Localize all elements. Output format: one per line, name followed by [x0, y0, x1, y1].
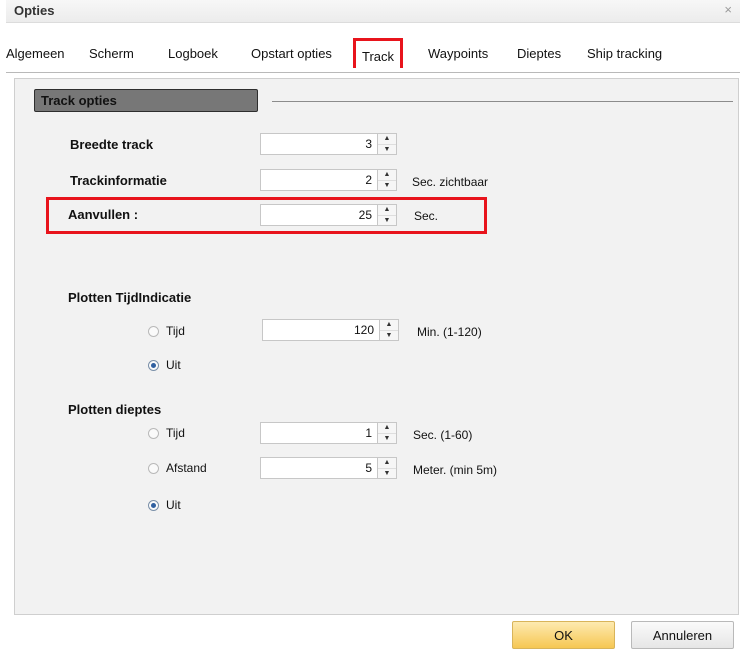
close-icon[interactable]: ×: [724, 2, 732, 17]
tab-ship-tracking[interactable]: Ship tracking: [587, 46, 662, 61]
breedte-track-spin-buttons[interactable]: ▲ ▼: [377, 134, 396, 154]
breedte-track-spinner[interactable]: ▲ ▼: [260, 133, 397, 155]
plotten-dieptes-radio-afstand[interactable]: Afstand: [148, 461, 207, 475]
plotten-dieptes-tijd-unit: Sec. (1-60): [413, 428, 473, 442]
breedte-track-label: Breedte track: [70, 137, 154, 152]
radio-label: Afstand: [166, 461, 207, 475]
tab-strip: Algemeen Scherm Logboek Opstart opties T…: [6, 34, 740, 73]
radio-label: Uit: [166, 358, 181, 372]
trackinformatie-unit: Sec. zichtbaar: [412, 175, 489, 189]
trackinformatie-label: Trackinformatie: [70, 173, 167, 188]
plotten-dieptes-radio-tijd[interactable]: Tijd: [148, 426, 185, 440]
radio-label: Tijd: [166, 426, 185, 440]
radio-label: Tijd: [166, 324, 185, 338]
trackinformatie-input[interactable]: [261, 170, 376, 190]
radio-button-icon[interactable]: [148, 325, 159, 337]
plotten-dieptes-afstand-spin-buttons[interactable]: ▲ ▼: [377, 458, 396, 478]
plotten-dieptes-heading: Plotten dieptes: [68, 402, 162, 417]
spin-down-icon[interactable]: ▼: [378, 469, 396, 479]
spin-up-icon[interactable]: ▲: [378, 134, 396, 145]
window-title: Opties: [14, 3, 55, 18]
tab-scherm[interactable]: Scherm: [89, 46, 134, 61]
title-bar: Opties ×: [6, 0, 740, 23]
radio-button-icon[interactable]: [148, 427, 159, 439]
aanvullen-highlight-box: [46, 197, 487, 234]
spin-down-icon[interactable]: ▼: [380, 331, 398, 341]
plotten-tijd-input[interactable]: [263, 320, 378, 340]
spin-up-icon[interactable]: ▲: [378, 170, 396, 181]
plotten-tijd-spin-buttons[interactable]: ▲ ▼: [379, 320, 398, 340]
spin-down-icon[interactable]: ▼: [378, 145, 396, 155]
tab-algemeen[interactable]: Algemeen: [6, 46, 65, 61]
plotten-dieptes-tijd-input[interactable]: [261, 423, 376, 443]
plotten-dieptes-tijd-spin-buttons[interactable]: ▲ ▼: [377, 423, 396, 443]
group-header-track-opties: Track opties: [34, 89, 258, 112]
tab-dieptes[interactable]: Dieptes: [517, 46, 561, 61]
spin-up-icon[interactable]: ▲: [378, 423, 396, 434]
tab-track[interactable]: Track: [353, 38, 404, 68]
plotten-tijd-unit: Min. (1-120): [417, 325, 482, 339]
plotten-tijdindicatie-heading: Plotten TijdIndicatie: [68, 290, 192, 305]
breedte-track-input[interactable]: [261, 134, 376, 154]
spin-down-icon[interactable]: ▼: [378, 181, 396, 191]
radio-button-icon[interactable]: [148, 359, 159, 371]
tab-logboek[interactable]: Logboek: [168, 46, 218, 61]
content-panel: [14, 78, 739, 615]
plotten-tijd-radio-tijd[interactable]: Tijd: [148, 324, 185, 338]
plotten-tijd-radio-uit[interactable]: Uit: [148, 358, 181, 372]
radio-button-icon[interactable]: [148, 499, 159, 511]
spin-up-icon[interactable]: ▲: [378, 458, 396, 469]
ok-button[interactable]: OK: [512, 621, 615, 649]
plotten-tijd-spinner[interactable]: ▲ ▼: [262, 319, 399, 341]
radio-label: Uit: [166, 498, 181, 512]
group-divider: [272, 101, 733, 102]
plotten-dieptes-tijd-spinner[interactable]: ▲ ▼: [260, 422, 397, 444]
spin-up-icon[interactable]: ▲: [380, 320, 398, 331]
trackinformatie-spin-buttons[interactable]: ▲ ▼: [377, 170, 396, 190]
plotten-dieptes-afstand-spinner[interactable]: ▲ ▼: [260, 457, 397, 479]
tab-waypoints[interactable]: Waypoints: [428, 46, 488, 61]
plotten-dieptes-radio-uit[interactable]: Uit: [148, 498, 181, 512]
radio-button-icon[interactable]: [148, 462, 159, 474]
plotten-dieptes-afstand-unit: Meter. (min 5m): [413, 463, 498, 477]
tab-opstart-opties[interactable]: Opstart opties: [251, 46, 332, 61]
cancel-button[interactable]: Annuleren: [631, 621, 734, 649]
spin-down-icon[interactable]: ▼: [378, 434, 396, 444]
trackinformatie-spinner[interactable]: ▲ ▼: [260, 169, 397, 191]
plotten-dieptes-afstand-input[interactable]: [261, 458, 376, 478]
